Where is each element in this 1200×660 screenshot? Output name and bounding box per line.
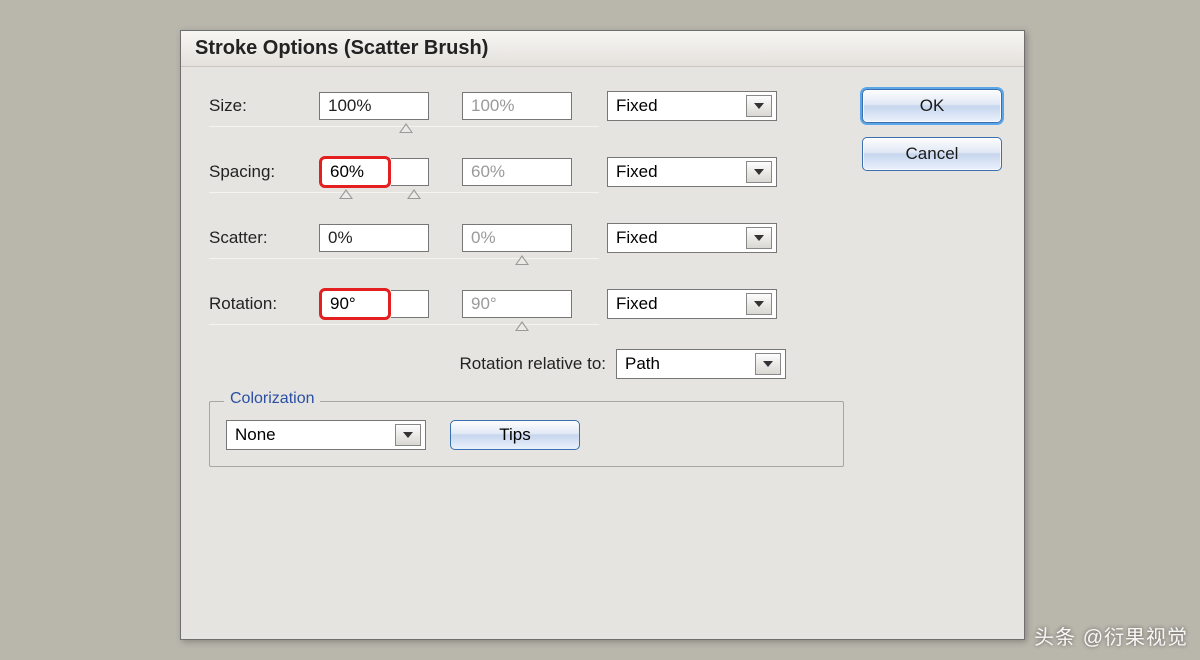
slider-thumb-icon[interactable] [515,255,529,265]
slider-thumb-icon[interactable] [399,123,413,133]
chevron-down-icon [763,361,773,367]
chevron-down-icon [754,235,764,241]
row-scatter: Scatter: 0% 0% Fixed [209,217,844,259]
dropdown-button[interactable] [395,424,421,446]
spacing-mode-value: Fixed [616,162,658,182]
scatter-input-2: 0% [462,224,572,252]
dialog-content: Size: 100% 100% Fixed Spacing: 60% [181,67,1024,485]
rotation-mode-select[interactable]: Fixed [607,289,777,319]
slider-thumb-icon[interactable] [407,189,421,199]
spacing-slider[interactable] [209,189,844,201]
dropdown-button[interactable] [746,161,772,183]
cancel-button[interactable]: Cancel [862,137,1002,171]
colorization-legend: Colorization [224,390,320,408]
rotation-mode-value: Fixed [616,294,658,314]
spacing-label: Spacing: [209,162,319,182]
row-size: Size: 100% 100% Fixed [209,85,844,127]
spacing-input-1[interactable]: 60% [319,156,391,188]
chevron-down-icon [754,301,764,307]
scatter-mode-select[interactable]: Fixed [607,223,777,253]
rotation-relative-select[interactable]: Path [616,349,786,379]
rotation-relative-row: Rotation relative to: Path [209,349,844,379]
ok-button[interactable]: OK [862,89,1002,123]
colorization-method-value: None [235,425,276,445]
size-label: Size: [209,96,319,116]
row-rotation: Rotation: 90° 90° Fixed [209,283,844,325]
scatter-input-1[interactable]: 0% [319,224,429,252]
colorization-fieldset: Colorization None Tips [209,401,844,467]
action-buttons: OK Cancel [862,85,1002,467]
rotation-relative-value: Path [625,354,660,374]
scatter-mode-value: Fixed [616,228,658,248]
rotation-slider[interactable] [209,321,844,333]
tips-button[interactable]: Tips [450,420,580,450]
spacing-input-2: 60% [462,158,572,186]
slider-thumb-icon[interactable] [515,321,529,331]
chevron-down-icon [403,432,413,438]
watermark-text: 头条 @衍果视觉 [1034,621,1188,650]
spacing-mode-select[interactable]: Fixed [607,157,777,187]
dropdown-button[interactable] [755,353,781,375]
rotation-input-1[interactable]: 90° [319,288,391,320]
rotation-label: Rotation: [209,294,319,314]
size-input-2: 100% [462,92,572,120]
slider-thumb-icon[interactable] [339,189,353,199]
window-title: Stroke Options (Scatter Brush) [195,37,488,60]
scatter-label: Scatter: [209,228,319,248]
titlebar: Stroke Options (Scatter Brush) [181,31,1024,67]
size-slider[interactable] [209,123,844,135]
chevron-down-icon [754,103,764,109]
size-mode-select[interactable]: Fixed [607,91,777,121]
dialog-window: Stroke Options (Scatter Brush) Size: 100… [180,30,1025,640]
colorization-method-select[interactable]: None [226,420,426,450]
dropdown-button[interactable] [746,293,772,315]
rotation-relative-label: Rotation relative to: [460,354,606,374]
dropdown-button[interactable] [746,227,772,249]
scatter-slider[interactable] [209,255,844,267]
dropdown-button[interactable] [746,95,772,117]
size-mode-value: Fixed [616,96,658,116]
options-panel: Size: 100% 100% Fixed Spacing: 60% [209,85,844,467]
size-input-1[interactable]: 100% [319,92,429,120]
row-spacing: Spacing: 60% 60% Fixed [209,151,844,193]
rotation-input-2: 90° [462,290,572,318]
chevron-down-icon [754,169,764,175]
